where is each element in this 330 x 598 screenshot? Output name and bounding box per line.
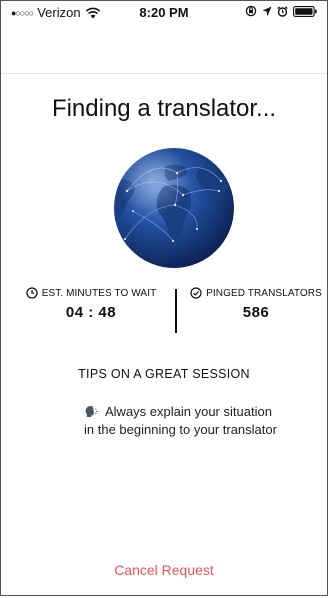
stats-panel: EST. MINUTES TO WAIT 04 : 48 PINGED TRAN… [1, 287, 327, 335]
page-title: Finding a translator... [51, 95, 277, 122]
tips-heading: TIPS ON A GREAT SESSION [78, 367, 250, 381]
globe-icon [114, 148, 234, 268]
location-icon [262, 6, 272, 16]
phone-screen: ●○○○○ Verizon 8:20 PM Finding a translat… [0, 0, 328, 596]
pinged-translators-stat: PINGED TRANSLATORS 586 [176, 287, 330, 321]
status-bar: ●○○○○ Verizon 8:20 PM [1, 1, 327, 23]
wait-time-label: EST. MINUTES TO WAIT [41, 287, 157, 299]
wait-time-value: 04 : 48 [65, 304, 117, 321]
pinged-translators-label: PINGED TRANSLATORS [206, 287, 322, 299]
check-circle-icon [190, 287, 202, 299]
orientation-lock-icon [245, 5, 257, 17]
speaking-head-icon [85, 406, 98, 417]
tip-item: Always explain your situation in the beg… [84, 403, 284, 439]
clock-icon [26, 287, 38, 299]
battery-icon [293, 5, 317, 17]
wait-time-stat: EST. MINUTES TO WAIT 04 : 48 [11, 287, 171, 321]
pinged-translators-value: 586 [242, 304, 270, 321]
alarm-icon [277, 5, 288, 17]
cancel-request-button[interactable]: Cancel Request [1, 562, 327, 578]
tip-text: Always explain your situation in the beg… [84, 404, 277, 437]
status-right [245, 5, 317, 17]
nav-divider [1, 73, 327, 74]
